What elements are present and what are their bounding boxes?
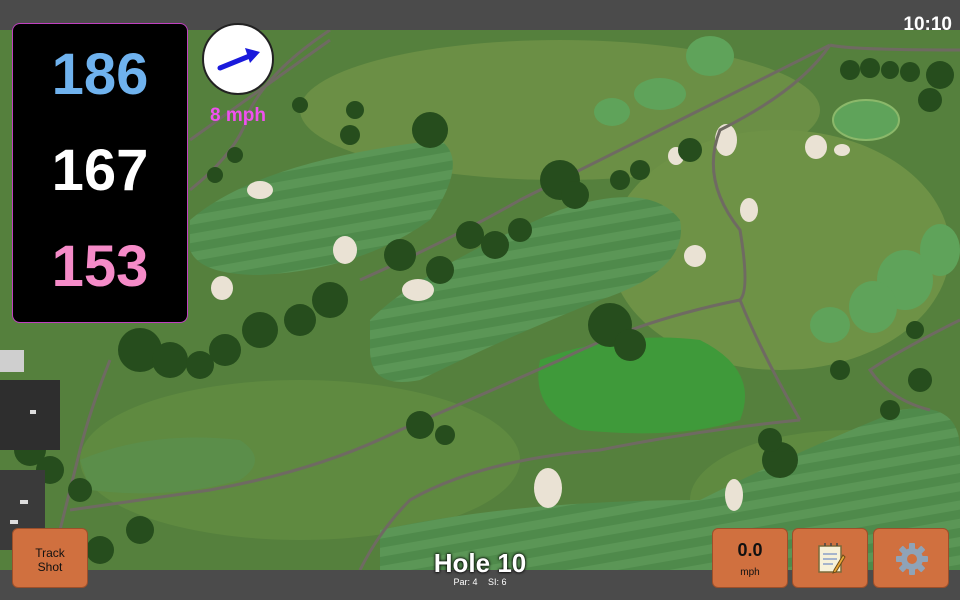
speed-unit: mph [740,567,760,578]
notepad-icon [818,543,846,574]
parked-car [20,500,28,504]
hole-stroke-index: SI: 6 [488,577,507,587]
arrow-right-icon [217,48,260,71]
speed-value: 0.0 [737,540,763,560]
front-distance: 153 [51,234,149,299]
track-shot-label: Shot [37,560,63,574]
green [686,36,734,76]
distance-panel: 186 167 153 [12,23,188,323]
track-shot-button[interactable]: Track Shot [12,528,88,588]
parking-lot [0,380,60,450]
notes-button[interactable] [792,528,868,588]
green [832,99,900,141]
green [920,224,960,276]
hole-par: Par: 4 [453,577,478,587]
speed-button[interactable]: 0.0 mph [712,528,788,588]
wind-speed: 8 mph [210,105,266,126]
green [810,307,850,343]
green [594,98,630,126]
parked-car [10,520,18,524]
hole-title: Hole 10 [433,548,527,578]
back-distance: 186 [51,42,149,107]
gear-icon [896,543,928,575]
hole-info: Par: 4 SI: 6 [380,577,580,587]
parked-car [30,410,36,414]
track-shot-label: Track [35,546,65,560]
building [0,350,24,372]
settings-button[interactable] [873,528,949,588]
middle-distance: 167 [51,138,149,203]
green [849,281,897,333]
green [634,78,686,110]
wind-indicator [202,23,274,95]
